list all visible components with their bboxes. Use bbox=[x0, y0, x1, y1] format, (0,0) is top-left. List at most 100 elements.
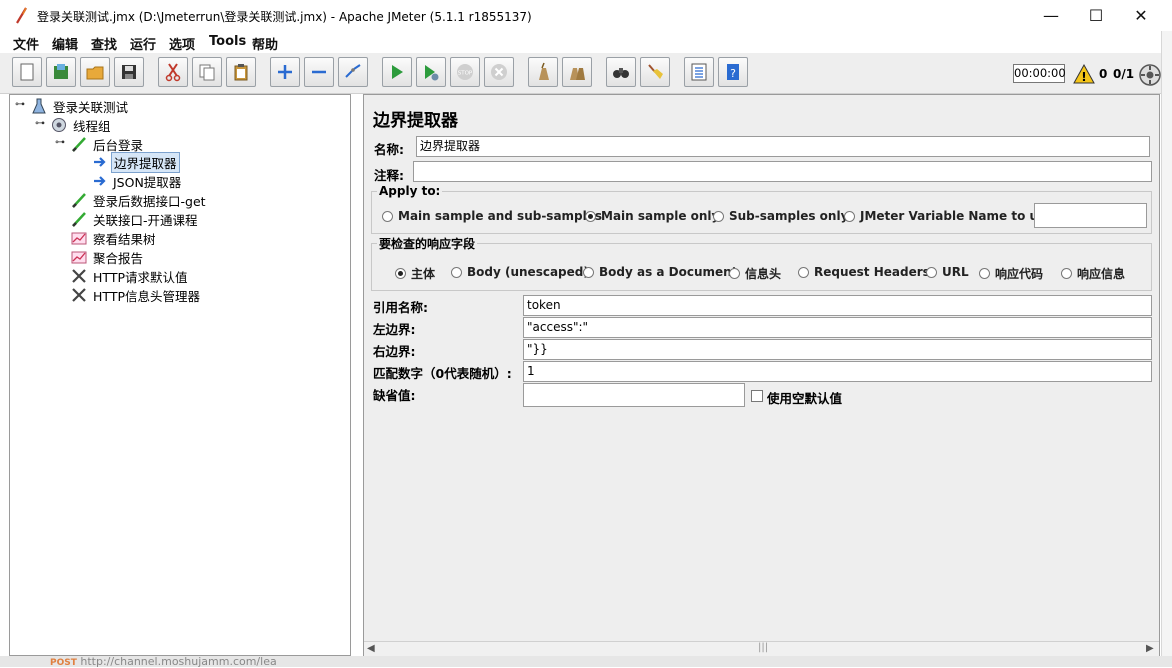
toolbar: STOP ? 00:00:00 ! 0 0/1 bbox=[0, 53, 1172, 94]
radio-body[interactable]: 主体 bbox=[395, 265, 435, 282]
tree-node-sampler[interactable]: 关联接口-开通课程 bbox=[70, 210, 200, 228]
start-no-pause-button[interactable] bbox=[416, 57, 446, 87]
reference-name-field[interactable]: token bbox=[523, 295, 1152, 316]
open-button[interactable] bbox=[80, 57, 110, 87]
radio-dot bbox=[729, 268, 740, 279]
radio-response-code[interactable]: 响应代码 bbox=[979, 265, 1043, 282]
expand-button[interactable] bbox=[270, 57, 300, 87]
new-button[interactable] bbox=[12, 57, 42, 87]
background-peek: POST http://channel.moshujamm.com/lea bbox=[50, 655, 277, 668]
tree-node-boundary-extractor[interactable]: 边界提取器 bbox=[90, 151, 180, 173]
radio-body-unescaped[interactable]: Body (unescaped) bbox=[451, 265, 589, 279]
radio-jmeter-variable[interactable]: JMeter Variable Name to use bbox=[844, 209, 1053, 223]
reset-search-button[interactable] bbox=[640, 57, 670, 87]
radio-url[interactable]: URL bbox=[926, 265, 969, 279]
right-boundary-field[interactable]: "}} bbox=[523, 339, 1152, 360]
use-empty-default-checkbox[interactable] bbox=[751, 390, 763, 402]
scroll-right-arrow-icon[interactable]: ▶ bbox=[1146, 643, 1154, 654]
test-plan-tree[interactable]: ⊶ 登录关联测试 ⊶ 线程组 ⊶ 后台登录 边界提取器 JSON提取器 登录后数… bbox=[9, 94, 351, 656]
radio-dot bbox=[451, 266, 462, 278]
radio-body-as-document[interactable]: Body as a Document bbox=[583, 265, 737, 279]
help-button[interactable]: ? bbox=[718, 57, 748, 87]
tree-node-label: JSON提取器 bbox=[113, 174, 182, 190]
radio-label: Body as a Document bbox=[599, 265, 738, 279]
clear-all-button[interactable] bbox=[562, 57, 592, 87]
radio-request-headers[interactable]: Request Headers bbox=[798, 265, 930, 279]
function-helper-button[interactable] bbox=[684, 57, 714, 87]
horizontal-scrollbar[interactable]: ◀ ||| ▶ bbox=[364, 641, 1159, 656]
templates-icon bbox=[54, 64, 68, 79]
maximize-button[interactable]: ☐ bbox=[1073, 0, 1119, 31]
tree-toggle[interactable]: ⊶ bbox=[55, 138, 65, 148]
extractor-icon bbox=[90, 173, 108, 189]
minimize-button[interactable]: — bbox=[1028, 0, 1074, 31]
comment-field[interactable] bbox=[413, 161, 1152, 182]
radio-response-message[interactable]: 响应信息 bbox=[1061, 265, 1125, 282]
search-button[interactable] bbox=[606, 57, 636, 87]
menu-run[interactable]: 运行 bbox=[130, 34, 156, 53]
copy-icon bbox=[199, 64, 215, 81]
stop-icon: STOP bbox=[457, 64, 473, 80]
radio-headers[interactable]: 信息头 bbox=[729, 265, 781, 282]
left-boundary-field[interactable]: "access":" bbox=[523, 317, 1152, 338]
menu-help[interactable]: 帮助 bbox=[252, 34, 278, 53]
tree-node-json-extractor[interactable]: JSON提取器 bbox=[90, 172, 183, 190]
name-label: 名称: bbox=[374, 142, 404, 157]
collapse-button[interactable] bbox=[304, 57, 334, 87]
menu-search[interactable]: 查找 bbox=[91, 34, 117, 53]
tree-toggle[interactable]: ⊶ bbox=[15, 100, 25, 110]
wrench-icon bbox=[70, 268, 88, 284]
tree-node-label: HTTP信息头管理器 bbox=[93, 288, 200, 304]
cut-button[interactable] bbox=[158, 57, 188, 87]
radio-dot bbox=[583, 266, 594, 278]
page-title: 边界提取器 bbox=[373, 111, 458, 131]
radio-dot bbox=[395, 268, 406, 279]
clear-button[interactable] bbox=[528, 57, 558, 87]
tree-node-listener[interactable]: 察看结果树 bbox=[70, 229, 158, 247]
radio-label: 响应代码 bbox=[995, 267, 1044, 281]
tree-node-test-plan[interactable]: 登录关联测试 bbox=[30, 97, 130, 115]
start-button[interactable] bbox=[382, 57, 412, 87]
copy-button[interactable] bbox=[192, 57, 222, 87]
menu-options[interactable]: 选项 bbox=[169, 34, 195, 53]
radio-sub-only[interactable]: Sub-samples only bbox=[713, 209, 848, 223]
tree-node-config[interactable]: HTTP信息头管理器 bbox=[70, 286, 202, 304]
listener-icon bbox=[70, 230, 88, 246]
templates-button[interactable] bbox=[46, 57, 76, 87]
reference-name-label: 引用名称: bbox=[373, 300, 428, 315]
comment-label: 注释: bbox=[374, 168, 404, 183]
name-field[interactable]: 边界提取器 bbox=[416, 136, 1150, 157]
save-button[interactable] bbox=[114, 57, 144, 87]
tree-toggle[interactable]: ⊶ bbox=[35, 119, 45, 129]
menu-edit[interactable]: 编辑 bbox=[52, 34, 78, 53]
default-value-field[interactable] bbox=[523, 383, 745, 407]
menu-file[interactable]: 文件 bbox=[13, 34, 39, 53]
radio-dot bbox=[382, 210, 393, 222]
wrench-icon bbox=[70, 287, 88, 303]
menu-tools[interactable]: Tools bbox=[209, 34, 246, 49]
radio-main-only[interactable]: Main sample only bbox=[585, 209, 719, 223]
jmeter-variable-name-input[interactable] bbox=[1034, 203, 1147, 228]
match-number-field[interactable]: 1 bbox=[523, 361, 1152, 382]
scroll-grip-icon[interactable]: ||| bbox=[758, 642, 768, 653]
paste-icon bbox=[234, 64, 248, 81]
tree-node-config[interactable]: HTTP请求默认值 bbox=[70, 267, 190, 285]
stop-button[interactable]: STOP bbox=[450, 57, 480, 87]
close-button[interactable]: ✕ bbox=[1118, 0, 1164, 31]
tree-node-thread-group[interactable]: 线程组 bbox=[50, 116, 113, 134]
warning-icon[interactable]: ! bbox=[1073, 64, 1095, 84]
radio-label: Request Headers bbox=[814, 265, 930, 279]
paste-button[interactable] bbox=[226, 57, 256, 87]
tree-node-sampler[interactable]: 登录后数据接口-get bbox=[70, 191, 208, 209]
clear-all-icon bbox=[570, 68, 585, 80]
scroll-left-arrow-icon[interactable]: ◀ bbox=[367, 643, 375, 654]
tree-node-label: 登录后数据接口-get bbox=[93, 193, 206, 209]
radio-main-and-sub[interactable]: Main sample and sub-samples bbox=[382, 209, 602, 223]
tree-node-listener[interactable]: 聚合报告 bbox=[70, 248, 145, 266]
toggle-button[interactable] bbox=[338, 57, 368, 87]
title-bar: 登录关联测试.jmx (D:\Jmeterrun\登录关联测试.jmx) - A… bbox=[0, 0, 1172, 31]
cut-icon bbox=[165, 63, 181, 82]
shutdown-button[interactable] bbox=[484, 57, 514, 87]
radio-label: 信息头 bbox=[745, 267, 782, 281]
tree-node-sampler[interactable]: 后台登录 bbox=[70, 135, 145, 153]
